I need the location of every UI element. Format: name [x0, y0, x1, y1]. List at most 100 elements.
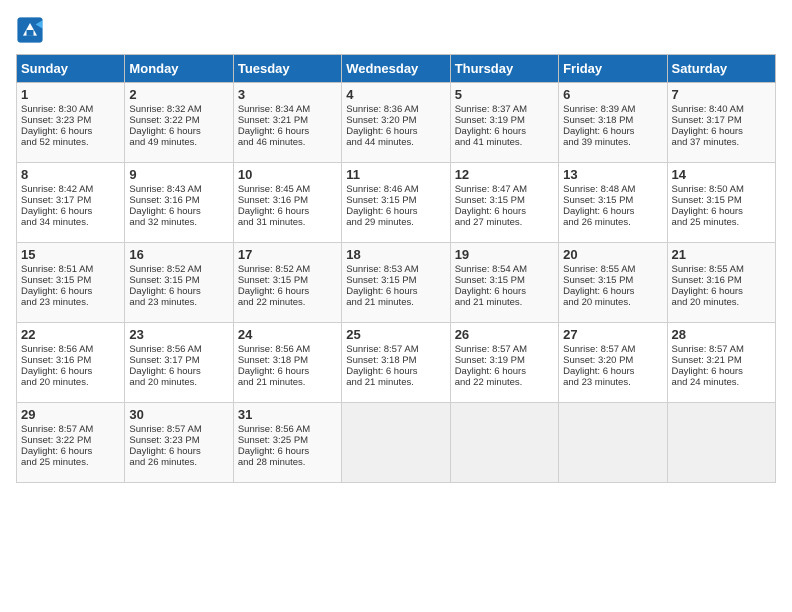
- calendar-week-row: 15Sunrise: 8:51 AMSunset: 3:15 PMDayligh…: [17, 243, 776, 323]
- day-info-line: Sunrise: 8:30 AM: [21, 104, 120, 115]
- day-info-line: Daylight: 6 hours: [21, 446, 120, 457]
- day-info-line: and 32 minutes.: [129, 217, 228, 228]
- day-info-line: and 52 minutes.: [21, 137, 120, 148]
- day-info-line: Sunset: 3:15 PM: [672, 195, 771, 206]
- day-info-line: Sunrise: 8:56 AM: [238, 424, 337, 435]
- day-number: 12: [455, 167, 554, 182]
- day-info-line: Sunrise: 8:32 AM: [129, 104, 228, 115]
- day-info-line: Sunset: 3:17 PM: [672, 115, 771, 126]
- day-info-line: Daylight: 6 hours: [346, 126, 445, 137]
- day-info-line: and 23 minutes.: [129, 297, 228, 308]
- day-info-line: Sunrise: 8:57 AM: [21, 424, 120, 435]
- page-header: [16, 16, 776, 44]
- calendar-day-cell: 5Sunrise: 8:37 AMSunset: 3:19 PMDaylight…: [450, 83, 558, 163]
- day-number: 7: [672, 87, 771, 102]
- day-info-line: Sunrise: 8:51 AM: [21, 264, 120, 275]
- calendar-day-cell: 28 Sunrise: 8:57 AMSunset: 3:21 PMDayligh…: [667, 323, 775, 403]
- calendar-day-cell: 21Sunrise: 8:55 AMSunset: 3:16 PMDayligh…: [667, 243, 775, 323]
- day-number: 18: [346, 247, 445, 262]
- day-info-line: Sunrise: 8:40 AM: [672, 104, 771, 115]
- day-number: 22: [21, 327, 120, 342]
- day-of-week-header: Saturday: [667, 55, 775, 83]
- day-info-line: Daylight: 6 hours: [129, 366, 228, 377]
- day-info-line: Daylight: 6 hours: [238, 366, 337, 377]
- day-info-line: and 21 minutes.: [346, 297, 445, 308]
- day-info-line: Daylight: 6 hours: [455, 366, 554, 377]
- day-info-line: Sunset: 3:15 PM: [346, 195, 445, 206]
- calendar-day-cell: 19Sunrise: 8:54 AMSunset: 3:15 PMDayligh…: [450, 243, 558, 323]
- day-number: 8: [21, 167, 120, 182]
- day-info-line: Sunrise: 8:55 AM: [672, 264, 771, 275]
- day-number: 21: [672, 247, 771, 262]
- day-info-line: and 22 minutes.: [455, 377, 554, 388]
- day-info-line: Sunset: 3:15 PM: [346, 275, 445, 286]
- day-info-line: Sunrise: 8:37 AM: [455, 104, 554, 115]
- day-info-line: Sunset: 3:22 PM: [21, 435, 120, 446]
- day-info-line: Sunrise: 8:55 AM: [563, 264, 662, 275]
- day-info-line: Daylight: 6 hours: [238, 206, 337, 217]
- day-of-week-header: Sunday: [17, 55, 125, 83]
- day-number: 23: [129, 327, 228, 342]
- day-info-line: Daylight: 6 hours: [21, 126, 120, 137]
- day-number: 10: [238, 167, 337, 182]
- calendar-day-cell: 24Sunrise: 8:56 AMSunset: 3:18 PMDayligh…: [233, 323, 341, 403]
- day-info-line: Sunrise: 8:57 AM: [672, 344, 771, 355]
- day-number: 2: [129, 87, 228, 102]
- day-number: 5: [455, 87, 554, 102]
- day-number: 13: [563, 167, 662, 182]
- day-number: 27: [563, 327, 662, 342]
- day-info-line: Sunrise: 8:53 AM: [346, 264, 445, 275]
- calendar-day-cell: 22Sunrise: 8:56 AMSunset: 3:16 PMDayligh…: [17, 323, 125, 403]
- calendar-day-cell: 2Sunrise: 8:32 AMSunset: 3:22 PMDaylight…: [125, 83, 233, 163]
- calendar-day-cell: 25Sunrise: 8:57 AMSunset: 3:18 PMDayligh…: [342, 323, 450, 403]
- calendar-day-cell: 11Sunrise: 8:46 AMSunset: 3:15 PMDayligh…: [342, 163, 450, 243]
- day-info-line: Sunset: 3:17 PM: [21, 195, 120, 206]
- day-info-line: Sunrise: 8:45 AM: [238, 184, 337, 195]
- calendar-day-cell: 3Sunrise: 8:34 AMSunset: 3:21 PMDaylight…: [233, 83, 341, 163]
- day-number: 9: [129, 167, 228, 182]
- day-info-line: Daylight: 6 hours: [129, 126, 228, 137]
- calendar-week-row: 8Sunrise: 8:42 AMSunset: 3:17 PMDaylight…: [17, 163, 776, 243]
- day-info-line: and 29 minutes.: [346, 217, 445, 228]
- day-info-line: Daylight: 6 hours: [563, 366, 662, 377]
- day-info-line: and 20 minutes.: [129, 377, 228, 388]
- calendar-day-cell: [450, 403, 558, 483]
- day-info-line: and 21 minutes.: [238, 377, 337, 388]
- day-info-line: Sunrise: 8:52 AM: [129, 264, 228, 275]
- day-number: 19: [455, 247, 554, 262]
- day-info-line: Daylight: 6 hours: [563, 286, 662, 297]
- day-info-line: and 23 minutes.: [21, 297, 120, 308]
- calendar-week-row: 29Sunrise: 8:57 AMSunset: 3:22 PMDayligh…: [17, 403, 776, 483]
- day-number: 28: [672, 327, 771, 342]
- day-info-line: Sunset: 3:16 PM: [129, 195, 228, 206]
- day-info-line: Daylight: 6 hours: [21, 366, 120, 377]
- day-info-line: Daylight: 6 hours: [455, 206, 554, 217]
- day-info-line: Sunrise: 8:34 AM: [238, 104, 337, 115]
- day-info-line: Sunrise: 8:36 AM: [346, 104, 445, 115]
- logo: [16, 16, 48, 44]
- calendar-header-row: SundayMondayTuesdayWednesdayThursdayFrid…: [17, 55, 776, 83]
- day-number: 17: [238, 247, 337, 262]
- calendar-week-row: 22Sunrise: 8:56 AMSunset: 3:16 PMDayligh…: [17, 323, 776, 403]
- calendar-day-cell: 9Sunrise: 8:43 AMSunset: 3:16 PMDaylight…: [125, 163, 233, 243]
- day-info-line: Sunset: 3:17 PM: [129, 355, 228, 366]
- day-info-line: and 20 minutes.: [21, 377, 120, 388]
- day-info-line: Sunset: 3:15 PM: [563, 195, 662, 206]
- day-number: 26: [455, 327, 554, 342]
- day-info-line: Sunset: 3:23 PM: [129, 435, 228, 446]
- day-number: 29: [21, 407, 120, 422]
- calendar-day-cell: 30Sunrise: 8:57 AMSunset: 3:23 PMDayligh…: [125, 403, 233, 483]
- day-info-line: Sunrise: 8:56 AM: [21, 344, 120, 355]
- day-info-line: Sunset: 3:21 PM: [672, 355, 771, 366]
- day-info-line: Sunset: 3:15 PM: [21, 275, 120, 286]
- day-info-line: Sunrise: 8:57 AM: [455, 344, 554, 355]
- day-info-line: Sunrise: 8:46 AM: [346, 184, 445, 195]
- calendar-day-cell: [667, 403, 775, 483]
- calendar-day-cell: 15Sunrise: 8:51 AMSunset: 3:15 PMDayligh…: [17, 243, 125, 323]
- calendar-day-cell: 13Sunrise: 8:48 AMSunset: 3:15 PMDayligh…: [559, 163, 667, 243]
- day-info-line: Daylight: 6 hours: [129, 446, 228, 457]
- day-info-line: Daylight: 6 hours: [672, 366, 771, 377]
- calendar-day-cell: 12Sunrise: 8:47 AMSunset: 3:15 PMDayligh…: [450, 163, 558, 243]
- day-number: 4: [346, 87, 445, 102]
- day-info-line: Daylight: 6 hours: [238, 446, 337, 457]
